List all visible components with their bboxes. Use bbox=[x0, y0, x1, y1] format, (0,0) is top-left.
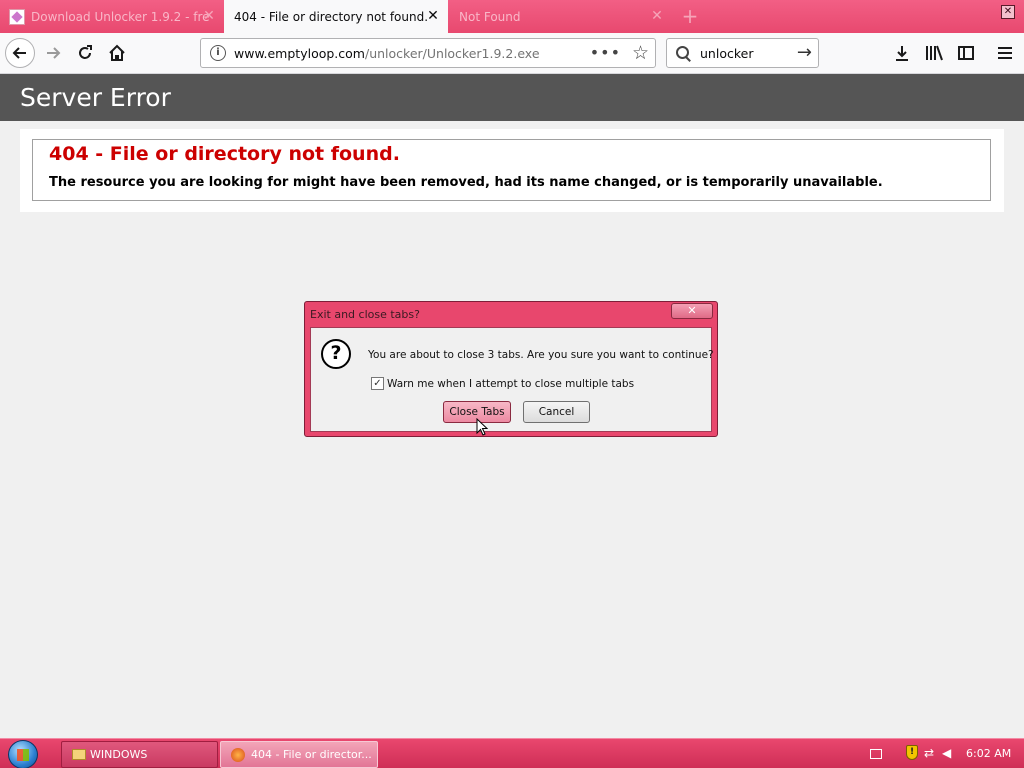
tab-label: 404 - File or directory not found. bbox=[234, 9, 429, 24]
forward-arrow-icon[interactable] bbox=[39, 39, 67, 67]
close-tabs-dialog: Exit and close tabs? ✕ ? You are about t… bbox=[304, 301, 718, 437]
network-icon[interactable]: ⇄ bbox=[924, 746, 940, 760]
cancel-button[interactable]: Cancel bbox=[523, 401, 590, 423]
tab-404[interactable]: 404 - File or directory not found. ✕ bbox=[224, 0, 448, 33]
taskbar: WINDOWS 404 - File or director... ! ⇄ ◀ … bbox=[0, 738, 1024, 768]
search-bar[interactable]: unlocker → bbox=[666, 38, 819, 68]
warn-checkbox-label[interactable]: Warn me when I attempt to close multiple… bbox=[387, 378, 634, 390]
dialog-message: You are about to close 3 tabs. Are you s… bbox=[368, 349, 714, 361]
downloads-icon[interactable] bbox=[888, 39, 916, 67]
taskbar-item-label: WINDOWS bbox=[90, 748, 148, 761]
question-icon: ? bbox=[321, 339, 351, 369]
page-header: Server Error bbox=[0, 74, 1024, 121]
dialog-body: ? You are about to close 3 tabs. Are you… bbox=[310, 327, 714, 432]
tab-not-found[interactable]: Not Found ✕ bbox=[448, 0, 672, 33]
error-message: The resource you are looking for might h… bbox=[49, 175, 883, 190]
menu-hamburger-icon[interactable] bbox=[991, 39, 1019, 67]
error-panel: 404 - File or directory not found. The r… bbox=[32, 139, 991, 201]
url-bar[interactable]: i www.emptyloop.com/unlocker/Unlocker1.9… bbox=[200, 38, 656, 68]
start-button-icon[interactable] bbox=[8, 740, 38, 768]
dialog-title: Exit and close tabs? bbox=[310, 308, 420, 321]
firefox-icon bbox=[231, 747, 245, 762]
navigation-toolbar: i www.emptyloop.com/unlocker/Unlocker1.9… bbox=[0, 33, 1024, 74]
taskbar-item-firefox[interactable]: 404 - File or director... bbox=[220, 741, 378, 768]
back-arrow-icon[interactable] bbox=[5, 38, 35, 68]
tab-label: Not Found bbox=[459, 9, 521, 24]
security-shield-icon[interactable]: ! bbox=[906, 745, 918, 760]
volume-icon[interactable]: ◀ bbox=[942, 746, 956, 760]
close-icon[interactable]: ✕ bbox=[426, 9, 440, 23]
search-go-arrow-icon[interactable]: → bbox=[797, 42, 812, 63]
tab-download-unlocker[interactable]: Download Unlocker 1.9.2 - fre ✕ bbox=[0, 0, 224, 33]
dialog-close-icon[interactable]: ✕ bbox=[671, 303, 713, 319]
info-icon[interactable]: i bbox=[210, 45, 226, 61]
mouse-pointer-icon bbox=[476, 418, 488, 436]
keyboard-icon[interactable] bbox=[870, 749, 882, 759]
close-icon[interactable]: ✕ bbox=[650, 9, 664, 23]
close-icon[interactable]: ✕ bbox=[202, 9, 216, 23]
page-actions-icon[interactable]: ••• bbox=[590, 43, 621, 62]
page-title: Server Error bbox=[20, 83, 171, 112]
taskbar-item-label: 404 - File or director... bbox=[251, 748, 372, 761]
sidebar-icon[interactable] bbox=[952, 39, 980, 67]
search-input[interactable]: unlocker bbox=[700, 46, 753, 61]
site-favicon-icon bbox=[9, 8, 25, 25]
home-icon[interactable] bbox=[103, 39, 131, 67]
folder-icon bbox=[72, 749, 86, 760]
url-text[interactable]: www.emptyloop.com/unlocker/Unlocker1.9.2… bbox=[234, 46, 540, 61]
warn-checkbox[interactable]: ✓ bbox=[371, 377, 384, 390]
bookmark-star-icon[interactable]: ☆ bbox=[632, 42, 649, 64]
search-icon bbox=[676, 46, 690, 60]
error-heading: 404 - File or directory not found. bbox=[49, 143, 400, 165]
tab-strip: Download Unlocker 1.9.2 - fre ✕ 404 - Fi… bbox=[0, 0, 1024, 33]
taskbar-item-windows[interactable]: WINDOWS bbox=[61, 741, 218, 768]
reload-icon[interactable] bbox=[71, 39, 99, 67]
tab-label: Download Unlocker 1.9.2 - fre bbox=[31, 9, 210, 24]
window-close-icon[interactable]: ✕ bbox=[1001, 5, 1015, 19]
new-tab-plus-icon[interactable]: + bbox=[680, 6, 700, 26]
clock[interactable]: 6:02 AM bbox=[966, 747, 1011, 760]
error-content: 404 - File or directory not found. The r… bbox=[20, 129, 1004, 212]
library-icon[interactable] bbox=[920, 39, 948, 67]
